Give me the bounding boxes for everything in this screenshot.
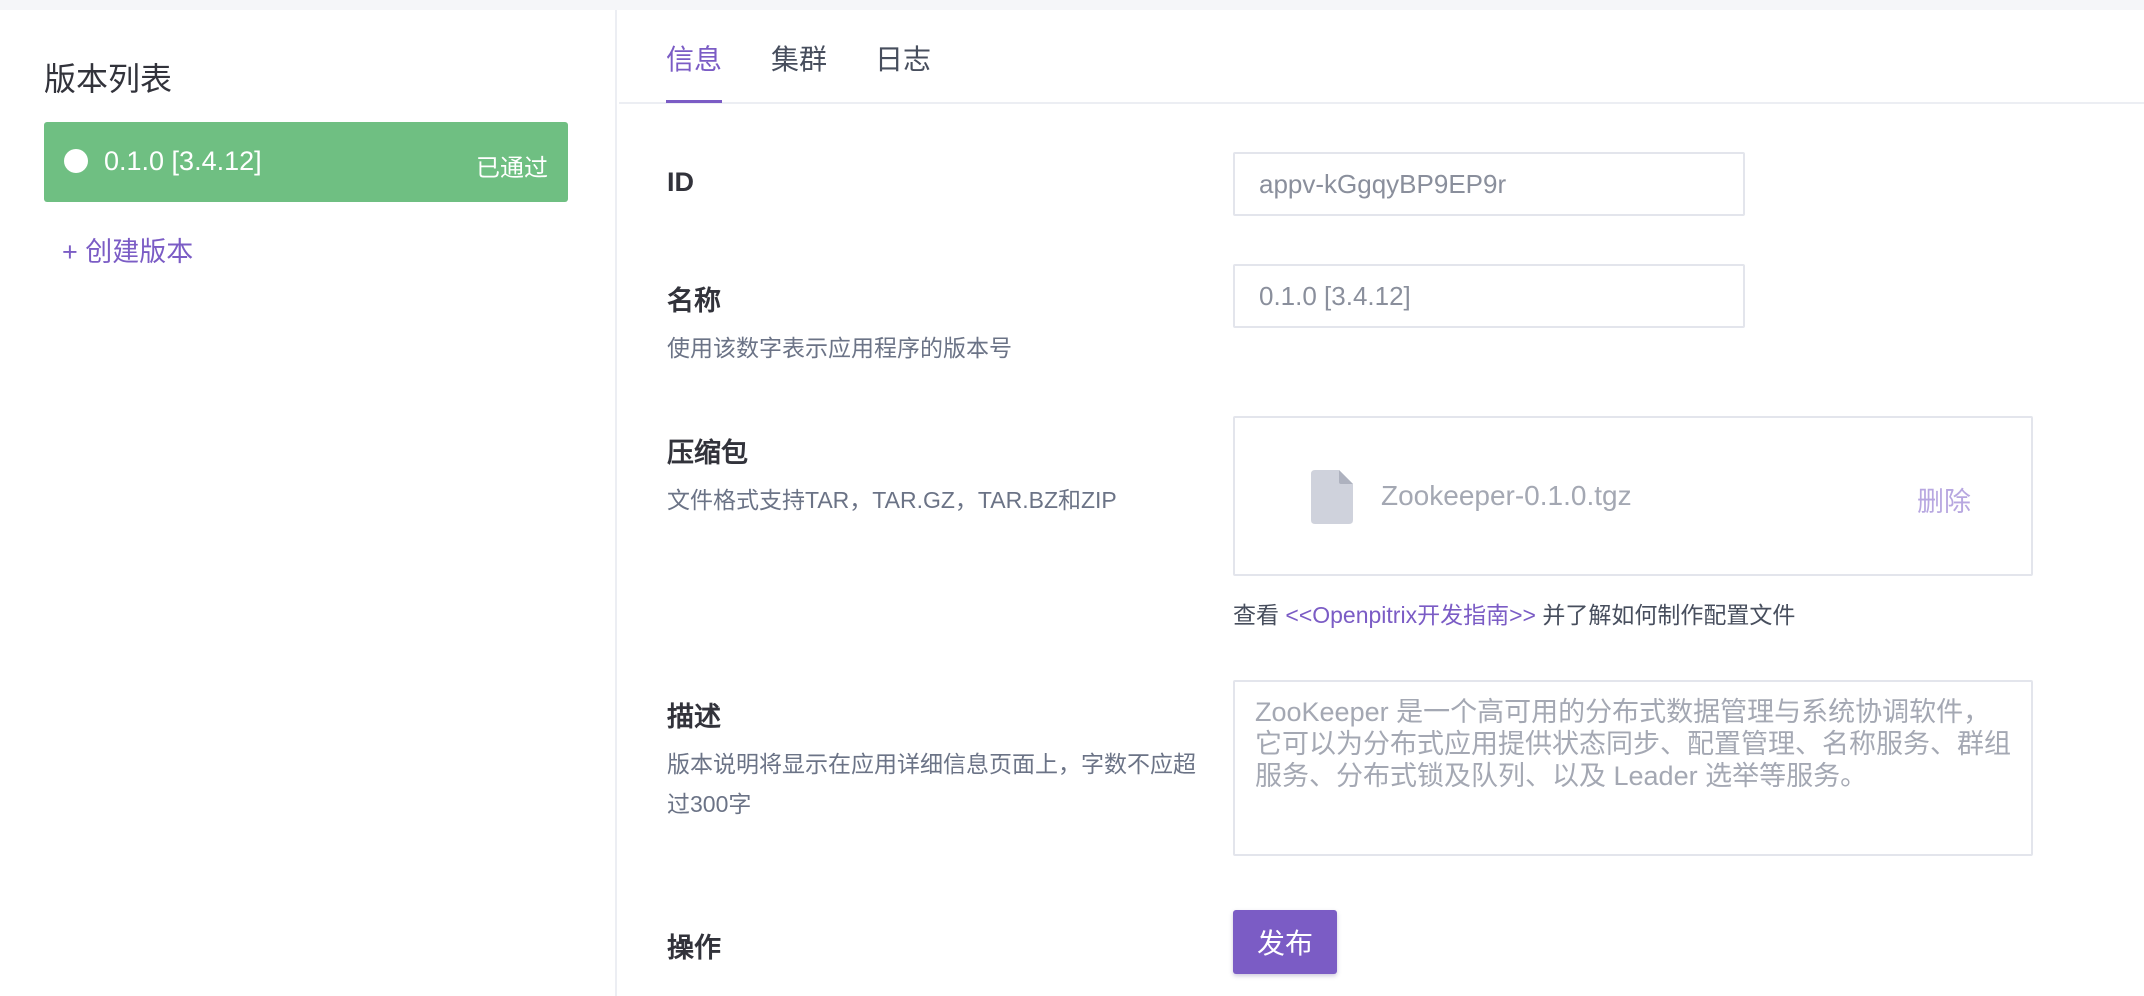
version-status-badge: 已通过	[476, 155, 548, 182]
file-icon	[1311, 470, 1353, 524]
main-panel: 信息 集群 日志 ID 名称 使用该数字表示应用程序的版本号 压缩包 文件格式支…	[619, 10, 2144, 996]
version-list-title: 版本列表	[44, 61, 173, 97]
description-textarea[interactable]: ZooKeeper 是一个高可用的分布式数据管理与系统协调软件，它可以为分布式应…	[1233, 680, 2033, 856]
dev-guide-hint: 查看 <<Openpitrix开发指南>> 并了解如何制作配置文件	[1233, 596, 1795, 630]
package-help-text: 文件格式支持TAR，TAR.GZ，TAR.BZ和ZIP	[667, 487, 1117, 513]
tab-logs[interactable]: 日志	[875, 38, 931, 78]
name-field[interactable]	[1233, 264, 1745, 328]
package-upload-box[interactable]: Zookeeper-0.1.0.tgz 删除	[1233, 416, 2033, 576]
description-label: 描述	[667, 702, 721, 732]
tab-info[interactable]: 信息	[666, 38, 722, 78]
actions-label: 操作	[667, 933, 721, 963]
delete-package-link[interactable]: 删除	[1917, 480, 1971, 519]
name-label: 名称	[667, 286, 721, 316]
version-sidebar: 版本列表 0.1.0 [3.4.12] 已通过 + 创建版本	[0, 10, 617, 996]
name-help-text: 使用该数字表示应用程序的版本号	[667, 335, 1012, 361]
package-file-name: Zookeeper-0.1.0.tgz	[1381, 480, 1632, 511]
version-name: 0.1.0 [3.4.12]	[104, 146, 262, 176]
create-version-link[interactable]: + 创建版本	[62, 230, 193, 269]
publish-button[interactable]: 发布	[1233, 910, 1337, 974]
circle-icon	[64, 149, 88, 173]
tab-clusters[interactable]: 集群	[771, 38, 827, 78]
top-strip	[0, 0, 2144, 10]
active-tab-indicator	[666, 100, 722, 103]
guide-suffix: 并了解如何制作配置文件	[1542, 602, 1796, 628]
package-label: 压缩包	[667, 438, 748, 468]
id-label: ID	[667, 167, 694, 197]
guide-prefix: 查看	[1233, 602, 1279, 628]
version-item-selected[interactable]: 0.1.0 [3.4.12] 已通过	[44, 122, 568, 202]
description-help-text: 版本说明将显示在应用详细信息页面上，字数不应超过300字	[667, 751, 1196, 817]
tab-bar: 信息 集群 日志	[619, 10, 2144, 104]
dev-guide-link[interactable]: <<Openpitrix开发指南>>	[1285, 602, 1536, 628]
id-field[interactable]	[1233, 152, 1745, 216]
